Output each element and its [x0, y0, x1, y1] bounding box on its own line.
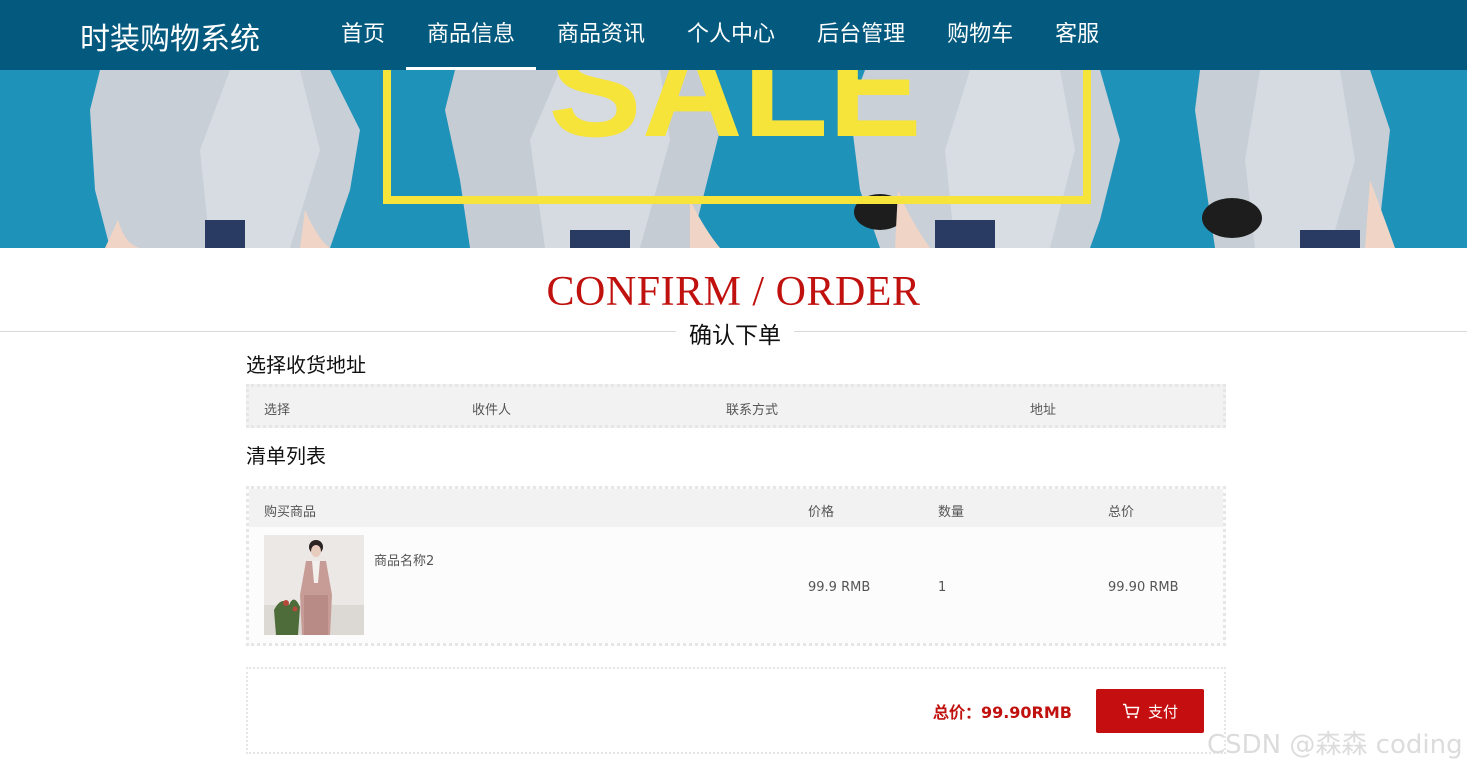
site-brand[interactable]: 时装购物系统	[80, 14, 260, 58]
product-total: 99.90 RMB	[1108, 580, 1179, 595]
product-quantity: 1	[938, 580, 947, 595]
list-section-title: 清单列表	[246, 444, 326, 468]
page-title-chinese: 确认下单	[676, 316, 794, 350]
main-nav: 首页 商品信息 商品资讯 个人中心 后台管理 购物车 客服	[320, 0, 1120, 70]
pay-button-label: 支付	[1147, 702, 1178, 721]
address-col-select: 选择	[264, 403, 291, 418]
order-list-table: 购买商品 价格 数量 总价 商品名称2 99.9 RMB 1 99.90 RMB	[246, 486, 1226, 646]
address-col-address: 地址	[1030, 403, 1057, 418]
banner-image: SALE	[0, 70, 1467, 248]
address-col-contact: 联系方式	[726, 403, 779, 418]
top-navbar: 时装购物系统 首页 商品信息 商品资讯 个人中心 后台管理 购物车 客服	[0, 0, 1467, 70]
address-section-title: 选择收货地址	[246, 353, 366, 377]
nav-item-service[interactable]: 客服	[1034, 0, 1120, 70]
page-title-english: CONFIRM / ORDER	[546, 269, 921, 315]
product-photo[interactable]	[264, 535, 364, 635]
nav-item-cart[interactable]: 购物车	[926, 0, 1034, 70]
list-col-quantity: 数量	[938, 505, 965, 520]
nav-item-home[interactable]: 首页	[320, 0, 406, 70]
order-summary: 总价：99.90RMB 支付	[246, 667, 1226, 754]
nav-item-products[interactable]: 商品信息	[406, 0, 537, 70]
nav-item-news[interactable]: 商品资讯	[536, 0, 666, 70]
product-price: 99.9 RMB	[808, 580, 871, 595]
sale-banner: SALE	[0, 70, 1467, 248]
banner-sale-text: SALE	[548, 70, 921, 166]
pay-button[interactable]: 支付	[1096, 689, 1204, 733]
order-list-header: 购买商品 价格 数量 总价	[249, 489, 1223, 527]
address-col-recipient: 收件人	[472, 403, 512, 418]
cart-icon	[1122, 703, 1140, 719]
product-name[interactable]: 商品名称2	[374, 550, 434, 569]
order-total-price: 总价：99.90RMB	[932, 703, 1072, 722]
list-col-product: 购买商品	[264, 505, 317, 520]
list-col-price: 价格	[808, 505, 835, 520]
list-col-total: 总价	[1108, 505, 1135, 520]
address-table: 选择 收件人 联系方式 地址	[246, 384, 1226, 428]
nav-item-admin[interactable]: 后台管理	[796, 0, 926, 70]
nav-item-profile[interactable]: 个人中心	[666, 0, 796, 70]
watermark-text: CSDN @森森 coding	[1207, 730, 1463, 760]
